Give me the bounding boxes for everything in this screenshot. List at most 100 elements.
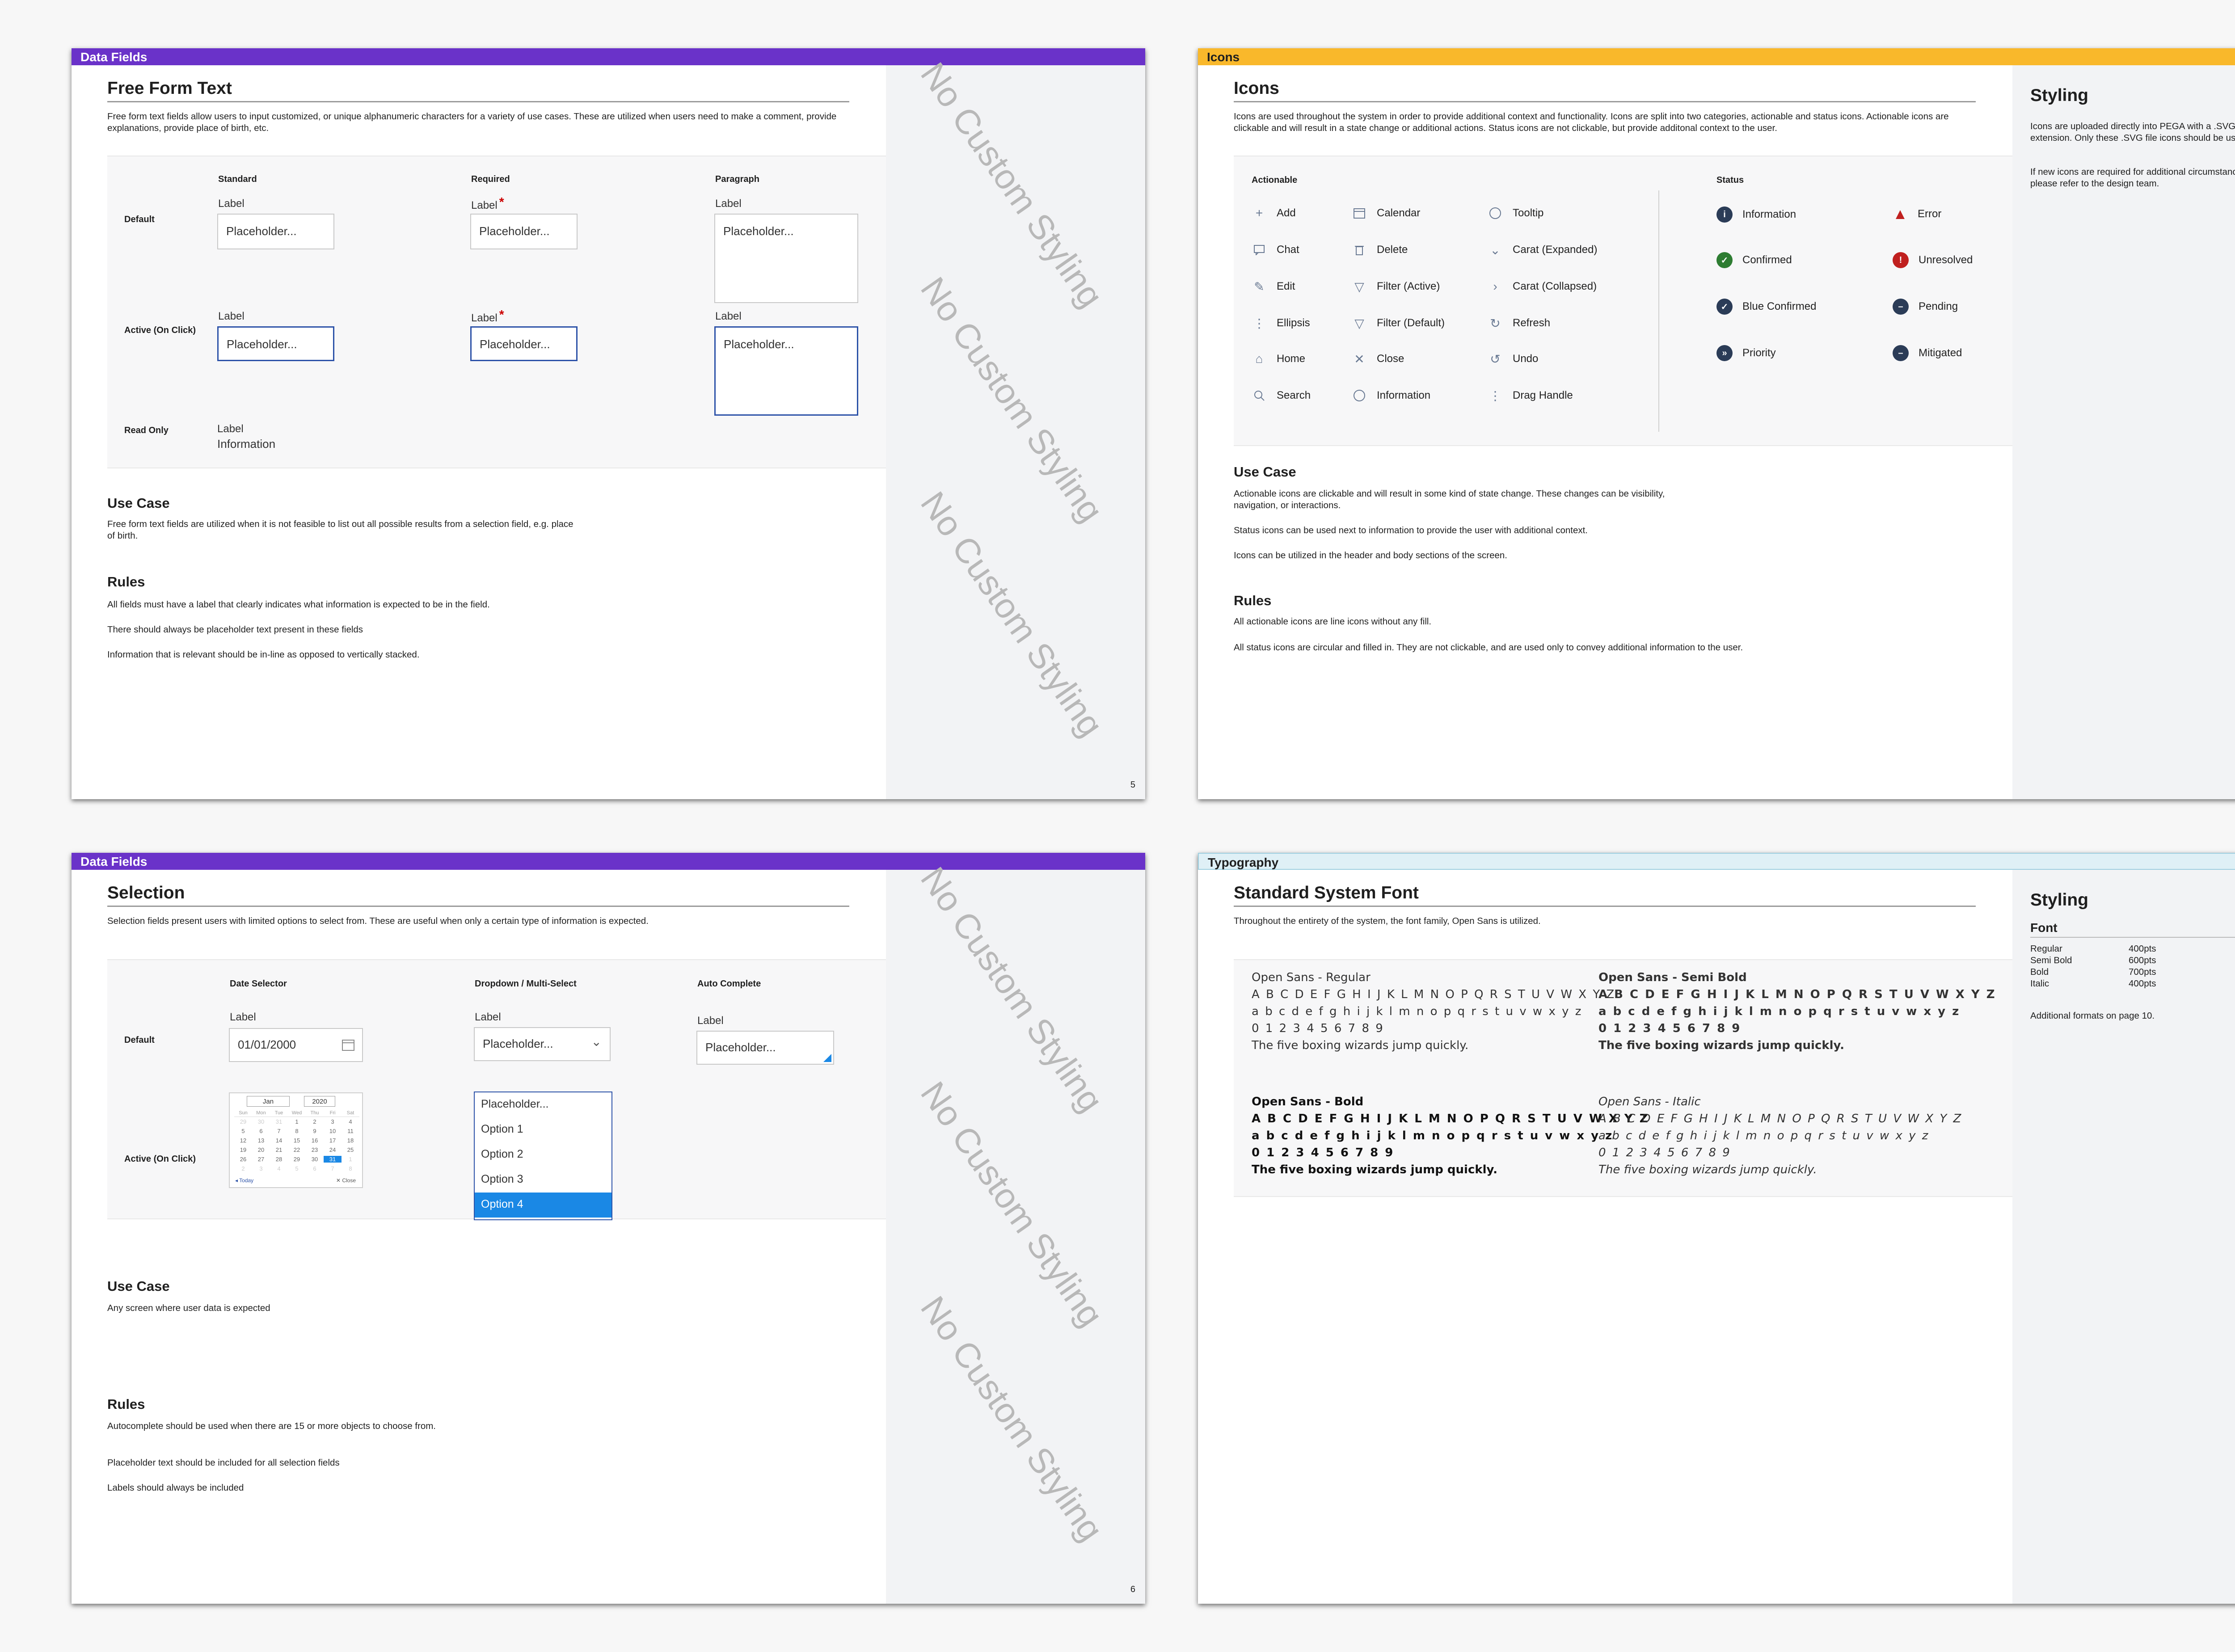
dropdown-option-selected[interactable]: Option 4: [475, 1193, 611, 1218]
today-link[interactable]: ◂ Today: [235, 1177, 253, 1184]
status-error: ▲ Error: [1893, 205, 1942, 223]
calendar-day[interactable]: 30: [306, 1156, 324, 1163]
icon-edit[interactable]: ✎ Edit: [1252, 279, 1295, 294]
calendar-day[interactable]: 8: [342, 1165, 359, 1172]
calendar-day[interactable]: 27: [252, 1156, 270, 1163]
section-band: Typography: [1198, 853, 2235, 870]
calendar-day[interactable]: 6: [252, 1128, 270, 1134]
icon-filter-default[interactable]: ▽ Filter (Default): [1352, 316, 1445, 331]
calendar-day[interactable]: 5: [288, 1165, 306, 1172]
calendar-day[interactable]: 31: [324, 1156, 342, 1163]
required-input-active[interactable]: Placeholder...: [470, 326, 578, 361]
standard-input[interactable]: Placeholder...: [217, 214, 334, 249]
icon-calendar[interactable]: Calendar: [1352, 206, 1420, 221]
month-select[interactable]: Jan: [247, 1096, 290, 1107]
calendar-day[interactable]: 4: [342, 1118, 359, 1125]
calendar-day[interactable]: 10: [324, 1128, 342, 1134]
calendar-day[interactable]: 11: [342, 1128, 359, 1134]
calendar-day[interactable]: 17: [324, 1137, 342, 1144]
page-number: 5: [1130, 780, 1135, 790]
icon-chat[interactable]: Chat: [1252, 242, 1299, 257]
font-sample-semibold: Open Sans - Semi Bold A B C D E F G H I …: [1598, 969, 1996, 1054]
calendar-day[interactable]: 16: [306, 1137, 324, 1144]
icon-delete[interactable]: Delete: [1352, 242, 1408, 257]
required-input[interactable]: Placeholder...: [470, 214, 578, 249]
calendar-grid: Sun Mon Tue Wed Thu Fri Sat 29 30 31 1 2 3 4 5 6 7 8 9 10 11…: [234, 1110, 359, 1173]
icon-carat-collapsed[interactable]: › Carat (Collapsed): [1488, 279, 1597, 294]
calendar-day[interactable]: 23: [306, 1146, 324, 1153]
calendar-day[interactable]: 29: [288, 1156, 306, 1163]
icon-undo[interactable]: ↺ Undo: [1488, 351, 1538, 367]
icon-home[interactable]: ⌂ Home: [1252, 351, 1306, 367]
dropdown-option[interactable]: Placeholder...: [475, 1092, 611, 1117]
calendar-day[interactable]: 8: [288, 1128, 306, 1134]
tooltip-icon: [1488, 206, 1503, 221]
paragraph-textarea[interactable]: Placeholder...: [714, 214, 858, 303]
calendar-day[interactable]: 7: [270, 1128, 288, 1134]
calendar-day[interactable]: 12: [234, 1137, 252, 1144]
year-select[interactable]: 2020: [304, 1096, 335, 1107]
calendar-day[interactable]: 6: [306, 1165, 324, 1172]
calendar-day[interactable]: 29: [234, 1118, 252, 1125]
icon-refresh[interactable]: ↻ Refresh: [1488, 316, 1550, 331]
side-panel: No Custom Styling No Custom Styling No C…: [886, 55, 1145, 799]
icon-add[interactable]: + Add: [1252, 206, 1296, 221]
calendar-icon[interactable]: [342, 1039, 355, 1054]
field-label: Label: [218, 198, 245, 210]
slide-free-form-text: Data Fields No Custom Styling No Custom …: [72, 48, 1145, 799]
dropdown-option[interactable]: Option 2: [475, 1142, 611, 1167]
icon-drag-handle[interactable]: ⋮ Drag Handle: [1488, 388, 1573, 403]
standard-input-active[interactable]: Placeholder...: [217, 326, 334, 361]
close-link[interactable]: ✕ Close: [336, 1177, 356, 1184]
icon-information[interactable]: Information: [1352, 388, 1430, 403]
dropdown-select[interactable]: Placeholder... ⌄: [474, 1027, 611, 1061]
digits-sample: 0 1 2 3 4 5 6 7 8 9: [1252, 1146, 1395, 1159]
field-label: Label: [697, 1015, 724, 1027]
icon-ellipsis[interactable]: ⋮ Ellipsis: [1252, 316, 1310, 331]
calendar-day[interactable]: 1: [342, 1156, 359, 1163]
icon-filter-active[interactable]: ▽ Filter (Active): [1352, 279, 1440, 294]
calendar-day[interactable]: 14: [270, 1137, 288, 1144]
calendar-day[interactable]: 18: [342, 1137, 359, 1144]
calendar-day[interactable]: 7: [324, 1165, 342, 1172]
icon-carat-expanded[interactable]: ⌄ Carat (Expanded): [1488, 242, 1597, 257]
dropdown-option[interactable]: Option 1: [475, 1117, 611, 1142]
calendar-day[interactable]: 26: [234, 1156, 252, 1163]
calendar-day[interactable]: 3: [252, 1165, 270, 1172]
weight-value: 400pts: [2129, 978, 2156, 989]
calendar-day[interactable]: 2: [306, 1118, 324, 1125]
icon-search[interactable]: Search: [1252, 388, 1311, 403]
calendar-day[interactable]: 5: [234, 1128, 252, 1134]
close-icon: ✕: [1354, 352, 1365, 366]
paragraph-textarea-active[interactable]: Placeholder...: [714, 326, 858, 416]
calendar-day[interactable]: 30: [252, 1118, 270, 1125]
calendar-day[interactable]: 3: [324, 1118, 342, 1125]
calendar-day[interactable]: 1: [288, 1118, 306, 1125]
digits-sample: 0 1 2 3 4 5 6 7 8 9: [1252, 1022, 1384, 1035]
intro-text: Icons are used throughout the system in …: [1234, 111, 1949, 133]
calendar-day[interactable]: 20: [252, 1146, 270, 1153]
calendar-day[interactable]: 2: [234, 1165, 252, 1172]
usecase-text-2: Status icons can be used next to informa…: [1234, 525, 1588, 535]
row-default: Default: [124, 215, 155, 224]
icon-close[interactable]: ✕ Close: [1352, 351, 1404, 367]
date-input[interactable]: 01/01/2000: [229, 1028, 363, 1062]
usecase-heading: Use Case: [107, 1278, 170, 1294]
calendar-day[interactable]: 28: [270, 1156, 288, 1163]
calendar-day[interactable]: 25: [342, 1146, 359, 1153]
calendar-day[interactable]: 9: [306, 1128, 324, 1134]
calendar-day[interactable]: 13: [252, 1137, 270, 1144]
calendar-day[interactable]: 24: [324, 1146, 342, 1153]
calendar-day[interactable]: 19: [234, 1146, 252, 1153]
autocomplete-input[interactable]: Placeholder...: [696, 1031, 834, 1065]
calendar-day[interactable]: 22: [288, 1146, 306, 1153]
calendar-day[interactable]: 4: [270, 1165, 288, 1172]
icon-tooltip[interactable]: Tooltip: [1488, 206, 1543, 221]
calendar-day[interactable]: 15: [288, 1137, 306, 1144]
section-band: Data Fields: [72, 853, 1145, 870]
calendar-day[interactable]: 31: [270, 1118, 288, 1125]
calendar-day[interactable]: 21: [270, 1146, 288, 1153]
dropdown-option[interactable]: Option 3: [475, 1167, 611, 1193]
col-paragraph: Paragraph: [715, 174, 759, 184]
usecase-heading: Use Case: [1234, 464, 1296, 480]
